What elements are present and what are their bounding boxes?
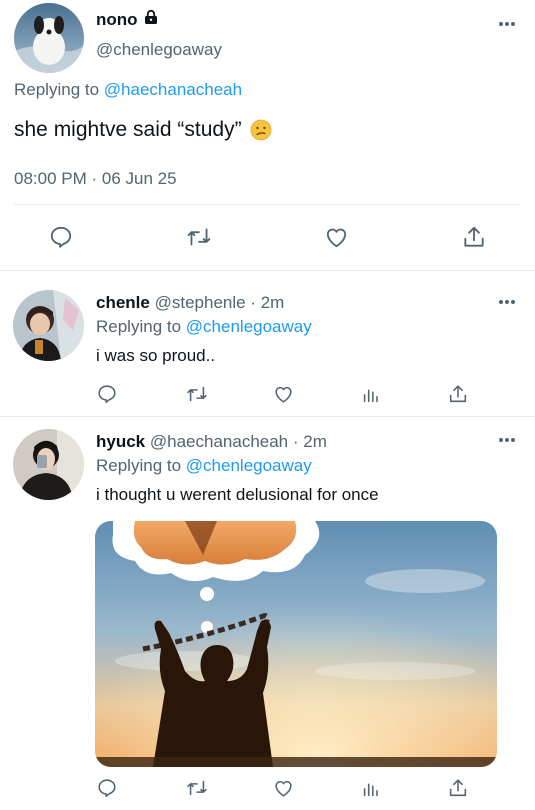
tweet-header: hyuck @haechanacheah · 2m (96, 432, 327, 452)
replying-to-mention[interactable]: @chenlegoaway (186, 317, 312, 336)
display-name[interactable]: chenle (96, 293, 150, 312)
retweet-icon[interactable] (184, 776, 210, 800)
replying-to-mention[interactable]: @haechanacheah (104, 80, 242, 99)
retweet-icon[interactable] (184, 382, 210, 406)
retweet-icon[interactable] (183, 222, 215, 252)
share-icon[interactable] (446, 776, 470, 800)
tweet-time[interactable]: · 2m (250, 293, 284, 312)
reply-icon[interactable] (46, 222, 76, 252)
tweet-timestamp[interactable]: 08:00 PM · 06 Jun 25 (14, 169, 177, 189)
replying-to-mention[interactable]: @chenlegoaway (186, 456, 312, 475)
main-tweet: nono @chenlegoaway Replying to @haechana… (0, 0, 535, 271)
display-name-text: nono (96, 9, 138, 29)
replying-to-label: Replying to (14, 80, 100, 99)
share-icon[interactable] (446, 382, 470, 406)
handle[interactable]: @chenlegoaway (96, 40, 222, 60)
display-name[interactable]: hyuck (96, 432, 145, 451)
tweet-text: i thought u werent delusional for once (96, 485, 379, 504)
like-icon[interactable] (271, 776, 295, 800)
tweet-text: she mightve said “study” (14, 118, 272, 142)
handle[interactable]: @stephenle (155, 293, 246, 312)
confused-face-icon (250, 119, 272, 141)
analytics-icon[interactable] (359, 382, 383, 406)
more-icon[interactable] (499, 300, 515, 304)
divider (14, 204, 521, 205)
reply-tweet: chenle @stephenle · 2m Replying to @chen… (0, 271, 535, 417)
handle[interactable]: @haechanacheah (150, 432, 288, 451)
reply-icon[interactable] (95, 382, 119, 406)
display-name[interactable]: nono (96, 9, 159, 30)
tweet-time[interactable]: · 2m (293, 432, 327, 451)
tweet-text: i was so proud.. (96, 346, 216, 365)
replying-to-label: Replying to (96, 317, 182, 336)
more-icon[interactable] (499, 22, 515, 26)
like-icon[interactable] (321, 222, 351, 252)
replying-to: Replying to @chenlegoaway (96, 317, 312, 337)
analytics-icon[interactable] (359, 776, 383, 800)
share-icon[interactable] (459, 222, 489, 252)
replying-to: Replying to @haechanacheah (14, 80, 242, 100)
tweet-header: chenle @stephenle · 2m (96, 293, 284, 313)
replying-to: Replying to @chenlegoaway (96, 456, 312, 476)
tweet-text-body: she mightve said “study” (14, 118, 242, 141)
avatar[interactable] (13, 290, 84, 361)
tweet-media-image[interactable] (95, 521, 497, 767)
replying-to-label: Replying to (96, 456, 182, 475)
reply-icon[interactable] (95, 776, 119, 800)
avatar[interactable] (13, 429, 84, 500)
more-icon[interactable] (499, 438, 515, 442)
like-icon[interactable] (271, 382, 295, 406)
avatar[interactable] (14, 3, 84, 73)
lock-icon (143, 9, 159, 30)
